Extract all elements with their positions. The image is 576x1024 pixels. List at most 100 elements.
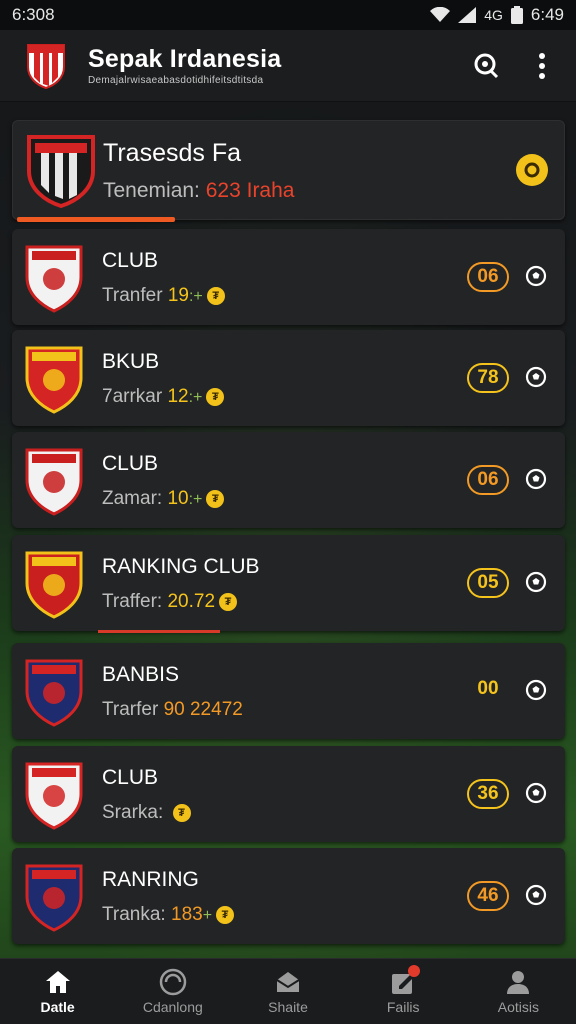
club-name: CLUB xyxy=(102,766,159,789)
club-list-item[interactable]: BKUB 7arrkar 12:+ ₮ 78 xyxy=(12,330,565,426)
featured-stat-value: 623 Iraha xyxy=(205,179,295,202)
club-stat: Zamar: 10:+ ₮ xyxy=(102,488,225,510)
club-stat-value: 10 xyxy=(167,488,189,509)
club-stat: Tranfer 19:+ ₮ xyxy=(102,285,225,307)
notification-dot xyxy=(407,965,420,977)
club-stat-label: Srarka: xyxy=(102,802,164,823)
club-score-badge: 46 xyxy=(467,881,509,911)
coin-icon: ₮ xyxy=(206,489,225,508)
club-stat-value: 183 xyxy=(171,904,203,925)
coin-icon xyxy=(524,162,540,178)
club-stat-value: 90 22472 xyxy=(163,699,243,720)
featured-club-name: Trasesds Fa xyxy=(103,139,242,167)
network-label: 4G xyxy=(484,7,503,23)
soccer-ball-icon[interactable] xyxy=(525,884,547,906)
club-stat-label: 7arrkar xyxy=(102,386,163,407)
club-score-badge: 05 xyxy=(467,568,509,598)
club-list-item[interactable]: CLUB Zamar: 10:+ ₮ 06 xyxy=(12,432,565,528)
featured-action-button[interactable] xyxy=(516,154,548,186)
club-stat-label: Trarfer xyxy=(102,699,159,720)
featured-club-stat: Tenemian: 623 Iraha xyxy=(103,179,294,203)
club-crest xyxy=(25,245,83,313)
club-crest xyxy=(25,659,83,727)
club-list-item[interactable]: RANKING CLUB Traffer: 20.72 ₮ 05 xyxy=(12,535,565,633)
club-name: BANBIS xyxy=(102,663,180,686)
club-stat: 7arrkar 12:+ ₮ xyxy=(102,386,225,408)
soccer-ball-icon[interactable] xyxy=(525,782,547,804)
soccer-ball-icon[interactable] xyxy=(525,265,547,287)
status-time-right: 6:49 xyxy=(530,5,564,24)
club-stat-label: Traffer: xyxy=(102,591,163,612)
status-time-left: 6:308 xyxy=(12,5,55,24)
search-button[interactable] xyxy=(466,46,506,86)
club-stat-value: 20.72 xyxy=(167,591,216,612)
soccer-ball-icon[interactable] xyxy=(525,468,547,490)
club-stat: Tranka: 183+ ₮ xyxy=(102,904,235,926)
trend-indicator: + xyxy=(202,907,213,924)
nav-item-aotisis[interactable]: Aotisis xyxy=(461,959,576,1024)
trend-indicator: :+ xyxy=(188,389,203,406)
coin-icon: ₮ xyxy=(206,286,225,305)
coin-icon: ₮ xyxy=(219,592,238,611)
club-name: CLUB xyxy=(102,452,159,475)
nav-label: Failis xyxy=(386,999,420,1015)
trend-indicator: :+ xyxy=(188,288,203,305)
mail-icon xyxy=(276,972,300,992)
coin-icon: ₮ xyxy=(172,803,191,822)
featured-stat-label: Tenemian: xyxy=(103,179,200,202)
person-icon xyxy=(507,971,530,994)
trend-indicator: :+ xyxy=(188,491,203,508)
featured-progress-bar xyxy=(17,217,175,222)
club-crest xyxy=(25,551,83,619)
nav-item-failis[interactable]: Failis xyxy=(346,959,461,1024)
club-name: CLUB xyxy=(102,249,159,272)
nav-item-cdanlong[interactable]: Cdanlong xyxy=(115,959,230,1024)
club-stat: Trarfer 90 22472 xyxy=(102,699,243,721)
club-stat-label: Tranka: xyxy=(102,904,166,925)
app-bar: Sepak Irdanesia Demajalrwisaeabasdotidhi… xyxy=(0,30,576,102)
club-name: BKUB xyxy=(102,350,160,373)
featured-club-card[interactable]: Trasesds Fa Tenemian: 623 Iraha xyxy=(12,120,565,222)
soccer-ball-icon[interactable] xyxy=(525,366,547,388)
signal-icon xyxy=(458,7,477,23)
app-subtitle: Demajalrwisaeabasdotidhifeitsdtitsda xyxy=(88,75,264,86)
nav-label: Aotisis xyxy=(497,999,540,1015)
soccer-ball-icon[interactable] xyxy=(525,571,547,593)
club-stat: Traffer: 20.72 ₮ xyxy=(102,591,238,613)
club-score-badge: 06 xyxy=(467,262,509,292)
club-progress-bar xyxy=(98,630,220,633)
club-list-item[interactable]: RANRING Tranka: 183+ ₮ 46 xyxy=(12,848,565,944)
battery-icon xyxy=(510,6,523,24)
club-stat: Srarka: ₮ xyxy=(102,802,191,824)
nav-label: Datle xyxy=(40,999,75,1015)
club-name: RANKING CLUB xyxy=(102,555,260,578)
ball-icon xyxy=(159,968,187,996)
more-vert-icon xyxy=(539,52,545,79)
more-options-button[interactable] xyxy=(522,46,562,86)
club-score-badge: 06 xyxy=(467,465,509,495)
club-list-item[interactable]: CLUB Tranfer 19:+ ₮ 06 xyxy=(12,229,565,325)
bottom-nav: Datle Cdanlong Shaite Failis Aotisis xyxy=(0,958,576,1024)
soccer-ball-icon[interactable] xyxy=(525,679,547,701)
nav-label: Cdanlong xyxy=(142,999,203,1015)
coin-icon: ₮ xyxy=(206,387,225,406)
club-score-badge: 00 xyxy=(477,678,499,699)
featured-club-crest xyxy=(27,135,95,209)
club-list-item[interactable]: BANBIS Trarfer 90 22472 00 xyxy=(12,643,565,739)
home-icon xyxy=(45,971,70,993)
nav-item-datle[interactable]: Datle xyxy=(0,959,115,1024)
club-stat-label: Tranfer xyxy=(102,285,163,306)
club-crest xyxy=(25,762,83,830)
club-crest xyxy=(25,864,83,932)
search-icon xyxy=(474,53,499,78)
club-list-item[interactable]: CLUB Srarka: ₮ 36 xyxy=(12,746,565,842)
club-score-badge: 36 xyxy=(467,779,509,809)
nav-item-shaite[interactable]: Shaite xyxy=(230,959,345,1024)
club-score-badge: 78 xyxy=(467,363,509,393)
club-stat-value: 12 xyxy=(167,386,189,407)
club-stat-label: Zamar: xyxy=(102,488,163,509)
app-title: Sepak Irdanesia xyxy=(88,45,282,73)
nav-label: Shaite xyxy=(268,999,308,1015)
club-stat-value: 19 xyxy=(167,285,189,306)
app-logo xyxy=(27,43,65,89)
